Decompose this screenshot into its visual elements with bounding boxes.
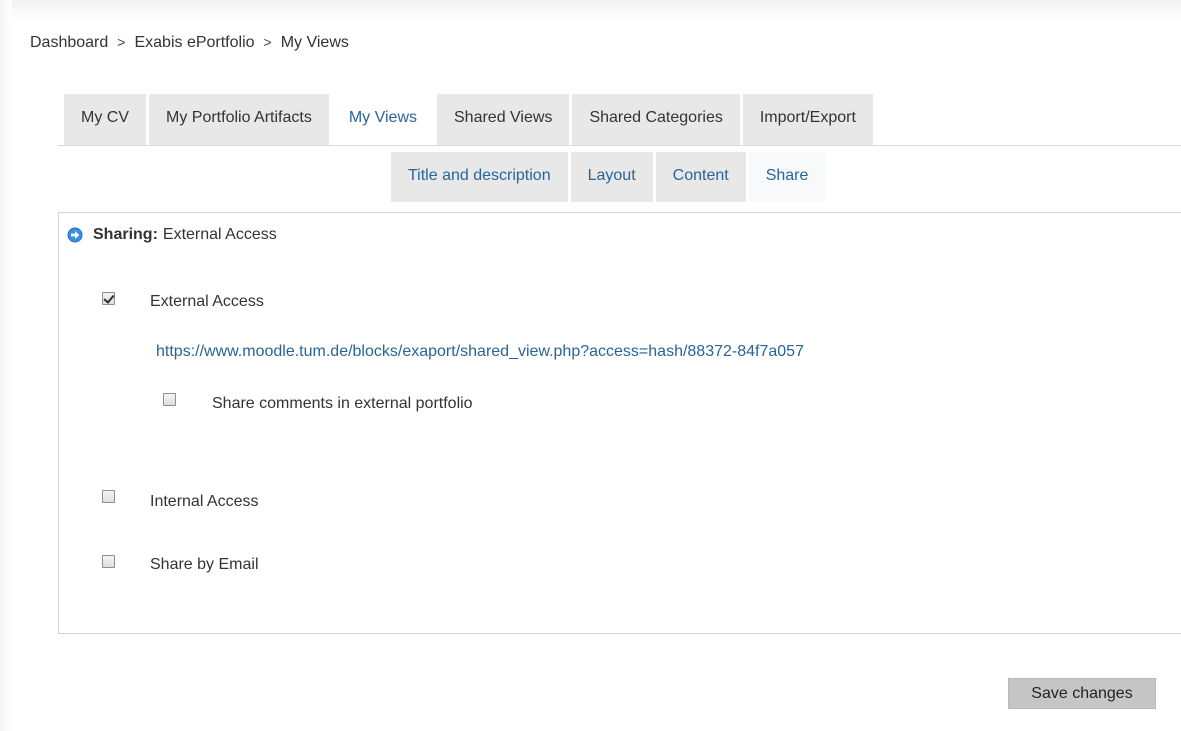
external-access-checkbox[interactable] bbox=[102, 292, 115, 305]
external-access-link[interactable]: https://www.moodle.tum.de/blocks/exaport… bbox=[156, 343, 804, 361]
section-header: Sharing: External Access bbox=[67, 226, 277, 244]
page: Dashboard > Exabis ePortfolio > My Views My … bbox=[0, 0, 1181, 731]
subtab-title-and-description[interactable]: Title and description bbox=[391, 152, 568, 202]
left-shadow bbox=[0, 0, 12, 731]
share-by-email-label: Share by Email bbox=[150, 556, 259, 573]
breadcrumb-exabis-eportfolio[interactable]: Exabis ePortfolio bbox=[134, 34, 254, 51]
internal-access-checkbox[interactable] bbox=[102, 490, 115, 503]
external-access-label: External Access bbox=[150, 293, 264, 310]
section-title-bold: Sharing: bbox=[93, 226, 158, 243]
save-changes-button[interactable]: Save changes bbox=[1008, 678, 1156, 709]
top-shadow bbox=[0, 0, 1181, 22]
share-comments-checkbox[interactable] bbox=[163, 393, 176, 406]
subtab-share[interactable]: Share bbox=[748, 152, 826, 202]
breadcrumb-my-views[interactable]: My Views bbox=[281, 34, 349, 51]
tab-my-cv[interactable]: My CV bbox=[64, 94, 146, 146]
breadcrumb-separator: > bbox=[117, 34, 126, 50]
tab-my-views[interactable]: My Views bbox=[331, 94, 434, 146]
tab-shared-categories[interactable]: Shared Categories bbox=[572, 94, 740, 146]
main-tabs: My CV My Portfolio Artifacts My Views Sh… bbox=[64, 94, 876, 146]
tabs-divider bbox=[58, 145, 1181, 146]
subtab-layout[interactable]: Layout bbox=[570, 152, 653, 202]
breadcrumb-separator: > bbox=[263, 34, 272, 50]
tab-my-portfolio-artifacts[interactable]: My Portfolio Artifacts bbox=[149, 94, 329, 146]
breadcrumb-dashboard[interactable]: Dashboard bbox=[30, 34, 108, 51]
share-by-email-checkbox[interactable] bbox=[102, 555, 115, 568]
share-comments-label: Share comments in external portfolio bbox=[212, 395, 473, 412]
tab-shared-views[interactable]: Shared Views bbox=[437, 94, 570, 146]
internal-access-label: Internal Access bbox=[150, 493, 259, 510]
tab-import-export[interactable]: Import/Export bbox=[742, 94, 873, 146]
subtab-content[interactable]: Content bbox=[655, 152, 746, 202]
section-title: External Access bbox=[162, 226, 277, 243]
sub-tabs: Title and description Layout Content Sha… bbox=[391, 152, 828, 202]
breadcrumb: Dashboard > Exabis ePortfolio > My Views bbox=[30, 34, 349, 52]
arrow-right-circle-icon bbox=[67, 227, 83, 243]
